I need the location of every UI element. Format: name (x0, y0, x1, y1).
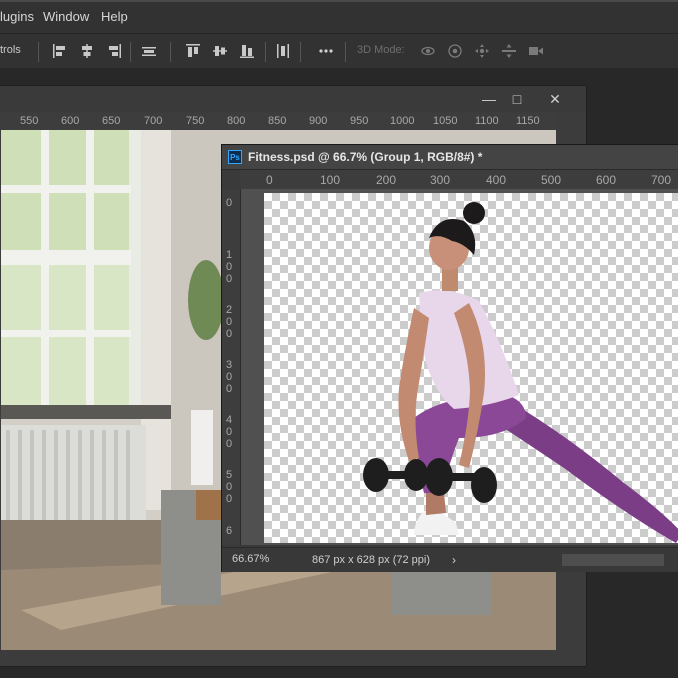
document-window[interactable]: Ps Fitness.psd @ 66.7% (Group 1, RGB/8#)… (221, 144, 678, 572)
transparent-canvas[interactable] (264, 193, 678, 543)
distribute-horizontal-icon[interactable] (275, 43, 291, 59)
divider (130, 42, 131, 62)
zoom-level[interactable]: 66.67% (232, 553, 269, 565)
maximize-icon[interactable]: □ (507, 89, 527, 109)
ruler-label: 400 (226, 414, 233, 450)
align-center-icon[interactable] (79, 43, 95, 59)
orbit-icon[interactable] (420, 43, 436, 59)
document-tab[interactable]: Ps Fitness.psd @ 66.7% (Group 1, RGB/8#)… (222, 145, 678, 170)
ruler-label: 200 (226, 304, 233, 340)
photoshop-logo-icon: Ps (228, 150, 242, 164)
ruler-label: 900 (309, 115, 328, 127)
horizontal-ruler: 0 100 200 300 400 500 600 700 (240, 170, 678, 190)
ruler-label: 100 (226, 249, 233, 285)
window-title-bar[interactable]: — □ ✕ (0, 86, 586, 112)
more-icon[interactable] (318, 43, 334, 59)
distribute-icon[interactable] (141, 43, 157, 59)
ruler-label: 800 (227, 115, 246, 127)
ruler-label: 950 (350, 115, 369, 127)
ruler-label: 300 (226, 359, 233, 395)
divider (38, 42, 39, 62)
options-bar: trols 3D Mode: (0, 33, 678, 68)
ruler-label: 550 (20, 115, 39, 127)
ruler-label: 1150 (516, 115, 540, 127)
show-transform-controls-label: trols (0, 44, 21, 56)
3d-mode-label: 3D Mode: (357, 44, 405, 56)
align-bottom-icon[interactable] (239, 43, 255, 59)
divider (265, 42, 266, 62)
ruler-label: 700 (144, 115, 163, 127)
chevron-right-icon[interactable]: › (452, 553, 456, 567)
horizontal-ruler: 550 600 650 700 750 800 850 900 950 1000… (1, 113, 556, 131)
ruler-label: 600 (596, 173, 617, 187)
close-icon[interactable]: ✕ (545, 89, 565, 109)
align-left-icon[interactable] (52, 43, 68, 59)
align-top-icon[interactable] (185, 43, 201, 59)
ruler-label: 100 (320, 173, 341, 187)
slide-icon[interactable] (501, 43, 517, 59)
minimize-icon[interactable]: — (479, 89, 499, 109)
horizontal-scrollbar[interactable] (562, 554, 664, 566)
woman-cutout (363, 202, 678, 543)
vertical-ruler: 0 100 200 300 400 500 6 (222, 189, 241, 545)
ruler-label: 700 (651, 173, 672, 187)
align-middle-icon[interactable] (212, 43, 228, 59)
pan-icon[interactable] (474, 43, 490, 59)
menu-window[interactable]: Window (43, 9, 89, 24)
ruler-label: 850 (268, 115, 287, 127)
ruler-label: 1100 (475, 115, 499, 127)
ruler-label: 750 (186, 115, 205, 127)
roll-icon[interactable] (447, 43, 463, 59)
divider (170, 42, 171, 62)
ruler-label: 500 (541, 173, 562, 187)
menu-plugins[interactable]: lugins (0, 9, 34, 24)
ruler-label: 1050 (433, 115, 458, 127)
ruler-label: 0 (226, 197, 233, 209)
ruler-label: 500 (226, 469, 233, 505)
ruler-label: 600 (61, 115, 80, 127)
ruler-label: 200 (376, 173, 397, 187)
status-bar: 66.67% 867 px x 628 px (72 ppi) › (222, 547, 678, 572)
ruler-label: 6 (226, 525, 233, 537)
document-title: Fitness.psd @ 66.7% (Group 1, RGB/8#) * (248, 150, 483, 164)
divider (300, 42, 301, 62)
ruler-label: 400 (486, 173, 507, 187)
menu-bar: lugins Window Help (0, 0, 678, 33)
ruler-label: 300 (430, 173, 451, 187)
ruler-label: 1000 (390, 115, 415, 127)
divider (345, 42, 346, 62)
menu-help[interactable]: Help (101, 9, 128, 24)
document-dimensions[interactable]: 867 px x 628 px (72 ppi) (312, 554, 430, 566)
ruler-label: 650 (102, 115, 121, 127)
camera-icon[interactable] (528, 43, 544, 59)
ruler-label: 0 (266, 173, 273, 187)
align-right-icon[interactable] (106, 43, 122, 59)
